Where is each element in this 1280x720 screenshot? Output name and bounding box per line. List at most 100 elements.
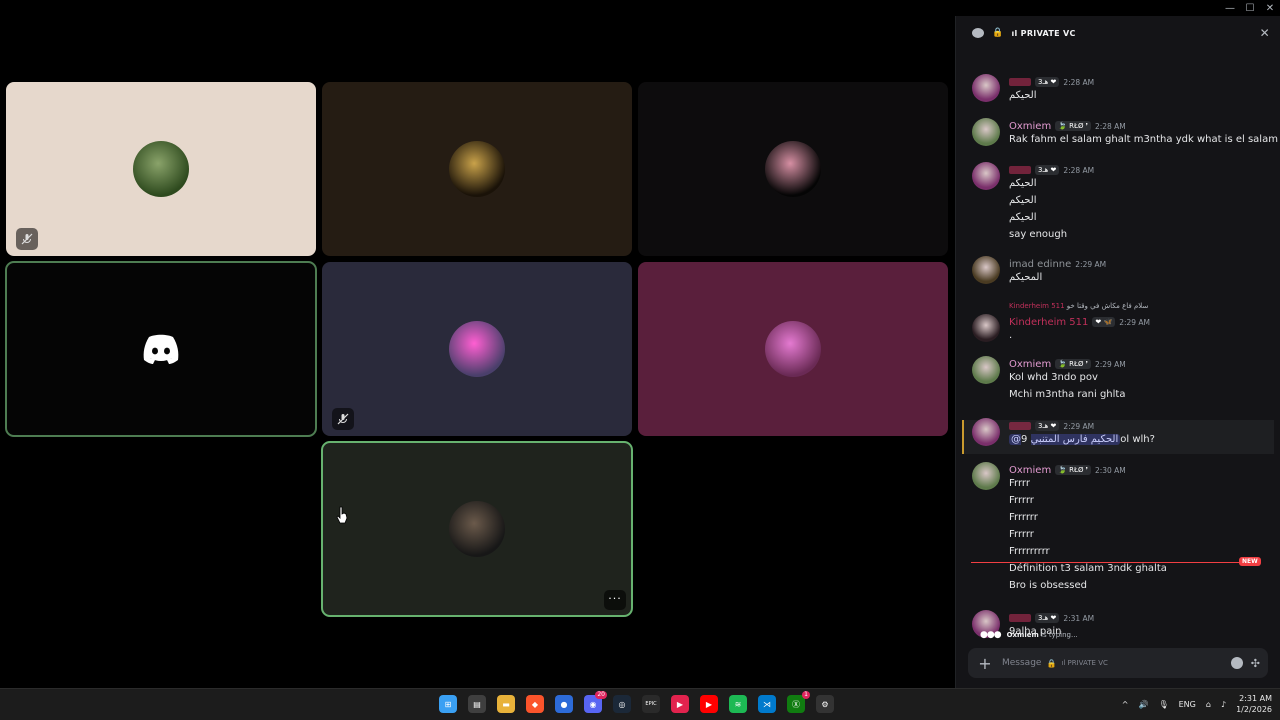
participant-avatar bbox=[765, 321, 821, 377]
minimize-button[interactable]: — bbox=[1220, 0, 1240, 16]
language-indicator[interactable]: ENG bbox=[1179, 700, 1196, 709]
participant-avatar bbox=[765, 141, 821, 197]
message-text: say enough bbox=[1009, 229, 1068, 240]
server-tag[interactable]: ﻫـ3 ❤ bbox=[1035, 165, 1060, 175]
participant-tile[interactable] bbox=[638, 262, 948, 436]
message-placeholder: Message bbox=[1002, 658, 1042, 668]
microphone-icon[interactable]: 🎙 bbox=[1158, 700, 1168, 709]
reply-author: Kinderheim 511 bbox=[1009, 302, 1067, 310]
participant-tile[interactable] bbox=[322, 262, 632, 436]
discord-icon[interactable]: ◉ 20 bbox=[584, 691, 607, 713]
maximize-button[interactable]: ☐ bbox=[1240, 0, 1260, 16]
discord-logo-icon bbox=[143, 334, 179, 364]
message-input[interactable]: Message 🔒 ıl PRIVATE VC bbox=[1002, 658, 1223, 668]
message-header: Oxmiem 🍃 RŁØ ❜ 2:29 AM bbox=[1009, 358, 1126, 370]
author-name[interactable]: Oxmiem bbox=[1009, 121, 1051, 132]
steam-icon[interactable]: ◎ bbox=[613, 695, 631, 713]
timestamp: 2:30 AM bbox=[1094, 465, 1126, 475]
message-header: imad edinne 2:29 AM bbox=[1009, 258, 1106, 270]
typing-dots-icon: ●●● bbox=[980, 630, 1002, 640]
vscode-icon[interactable]: ⋊ bbox=[758, 695, 776, 713]
add-attachment-button[interactable]: + bbox=[976, 654, 994, 673]
video-stage: ··· bbox=[0, 16, 955, 688]
taskbar: ⊞ ▤ ▬ ◆ ● ◉ 20 ◎ EPIC ▶ ▶ ≋ ⋊ Ⓧ 1 ⚙ ^ 🔊 🎙 ENG ⌂ ♪ 2:31 … bbox=[0, 688, 1280, 720]
notification-badge: 20 bbox=[595, 691, 607, 699]
windows-start-icon[interactable]: ⊞ bbox=[439, 695, 457, 713]
apps-button[interactable]: ✣ bbox=[1251, 657, 1260, 670]
file-explorer-icon[interactable]: ▬ bbox=[497, 695, 515, 713]
mute-icon bbox=[16, 228, 38, 250]
author-name[interactable] bbox=[1009, 422, 1031, 430]
participant-tile[interactable] bbox=[322, 82, 632, 256]
participant-avatar bbox=[449, 321, 505, 377]
server-tag[interactable]: 🍃 RŁØ ❜ bbox=[1055, 359, 1091, 369]
server-tag[interactable]: ﻫـ3 ❤ bbox=[1035, 77, 1060, 87]
app-icon[interactable]: ● bbox=[555, 695, 573, 713]
participant-tile[interactable] bbox=[6, 82, 316, 256]
media-app-icon[interactable]: ▶ bbox=[671, 695, 689, 713]
avatar[interactable] bbox=[972, 256, 1000, 284]
brave-icon[interactable]: ◆ bbox=[526, 695, 544, 713]
system-tray: ^ 🔊 🎙 ENG ⌂ ♪ 2:31 AM 1/2/2026 bbox=[1122, 693, 1272, 715]
participant-tile[interactable]: ··· bbox=[321, 441, 633, 617]
clock-time: 2:31 AM bbox=[1239, 694, 1272, 703]
author-name[interactable] bbox=[1009, 78, 1031, 86]
author-name[interactable] bbox=[1009, 166, 1031, 174]
reply-text: سلام فاع مكاش في وقتا خو bbox=[1066, 302, 1149, 310]
tray-chevron-icon[interactable]: ^ bbox=[1122, 700, 1129, 709]
emoji-button[interactable] bbox=[1230, 657, 1243, 669]
author-name[interactable]: imad edinne bbox=[1009, 259, 1071, 270]
message-text: الحيكم bbox=[1009, 195, 1037, 206]
taskbar-apps: ⊞ ▤ ▬ ◆ ● ◉ 20 ◎ EPIC ▶ ▶ ≋ ⋊ Ⓧ 1 ⚙ bbox=[439, 691, 834, 713]
more-options-button[interactable]: ··· bbox=[604, 590, 626, 610]
server-tag[interactable]: 🍃 RŁØ ❜ bbox=[1055, 465, 1091, 475]
settings-icon[interactable]: ⚙ bbox=[816, 695, 834, 713]
message-text: Frrrrrrrrr bbox=[1009, 546, 1050, 557]
typing-text: is typing... bbox=[1041, 631, 1078, 639]
participant-tile[interactable] bbox=[5, 261, 317, 437]
avatar[interactable] bbox=[972, 356, 1000, 384]
speech-bubble-icon bbox=[972, 28, 984, 38]
timestamp: 2:28 AM bbox=[1063, 77, 1095, 87]
timestamp: 2:28 AM bbox=[1063, 165, 1095, 175]
server-tag[interactable]: ﻫـ3 ❤ bbox=[1035, 421, 1060, 431]
clock[interactable]: 2:31 AM 1/2/2026 bbox=[1236, 693, 1272, 715]
close-chat-button[interactable]: ✕ bbox=[1260, 26, 1270, 40]
message-composer[interactable]: + Message 🔒 ıl PRIVATE VC ✣ bbox=[968, 648, 1268, 678]
chat-header: 🔒 ıl PRIVATE VC ✕ bbox=[956, 16, 1280, 50]
server-tag[interactable]: ﻫـ3 ❤ bbox=[1035, 613, 1060, 623]
participant-tile[interactable] bbox=[638, 82, 948, 256]
message-header: ﻫـ3 ❤ 2:28 AM bbox=[1009, 76, 1094, 88]
new-messages-divider bbox=[971, 562, 1247, 563]
reply-preview[interactable]: Kinderheim 511 سلام فاع مكاش في وقتا خو bbox=[1009, 302, 1148, 310]
avatar[interactable] bbox=[972, 74, 1000, 102]
speaker-icon[interactable]: ♪ bbox=[1221, 700, 1226, 709]
avatar[interactable] bbox=[972, 314, 1000, 342]
author-name[interactable]: Oxmiem bbox=[1009, 359, 1051, 370]
avatar[interactable] bbox=[972, 118, 1000, 146]
spotify-icon[interactable]: ≋ bbox=[729, 695, 747, 713]
server-tag[interactable]: 🍃 RŁØ ❜ bbox=[1055, 121, 1091, 131]
avatar[interactable] bbox=[972, 162, 1000, 190]
epic-games-icon[interactable]: EPIC bbox=[642, 695, 660, 713]
xbox-icon[interactable]: Ⓧ 1 bbox=[787, 691, 810, 713]
message-text: Frrrr bbox=[1009, 478, 1030, 489]
store-icon[interactable]: ▤ bbox=[468, 695, 486, 713]
volume-icon[interactable]: 🔊 bbox=[1139, 700, 1149, 709]
author-name[interactable]: Kinderheim 511 bbox=[1009, 317, 1088, 328]
typing-indicator: ●●● Oxmiem is typing... bbox=[980, 630, 1078, 640]
network-icon[interactable]: ⌂ bbox=[1206, 700, 1211, 709]
server-tag[interactable]: ❤ 🦋 bbox=[1092, 317, 1116, 327]
avatar[interactable] bbox=[972, 418, 1000, 446]
youtube-icon[interactable]: ▶ bbox=[700, 695, 718, 713]
close-window-button[interactable]: ✕ bbox=[1260, 0, 1280, 16]
user-mention[interactable]: @الحكيم فارس المتنبي bbox=[1009, 434, 1121, 445]
message-text: Mchi m3ntha rani ghlta bbox=[1009, 389, 1126, 400]
author-name[interactable] bbox=[1009, 614, 1031, 622]
avatar[interactable] bbox=[972, 462, 1000, 490]
message-header: ﻫـ3 ❤ 2:29 AM bbox=[1009, 420, 1094, 432]
author-name[interactable]: Oxmiem bbox=[1009, 465, 1051, 476]
mute-icon bbox=[332, 408, 354, 430]
screen: { "window_controls": {"minimize": "—", "… bbox=[0, 0, 1280, 720]
message-text: Définition t3 salam 3ndk ghalta bbox=[1009, 563, 1167, 574]
